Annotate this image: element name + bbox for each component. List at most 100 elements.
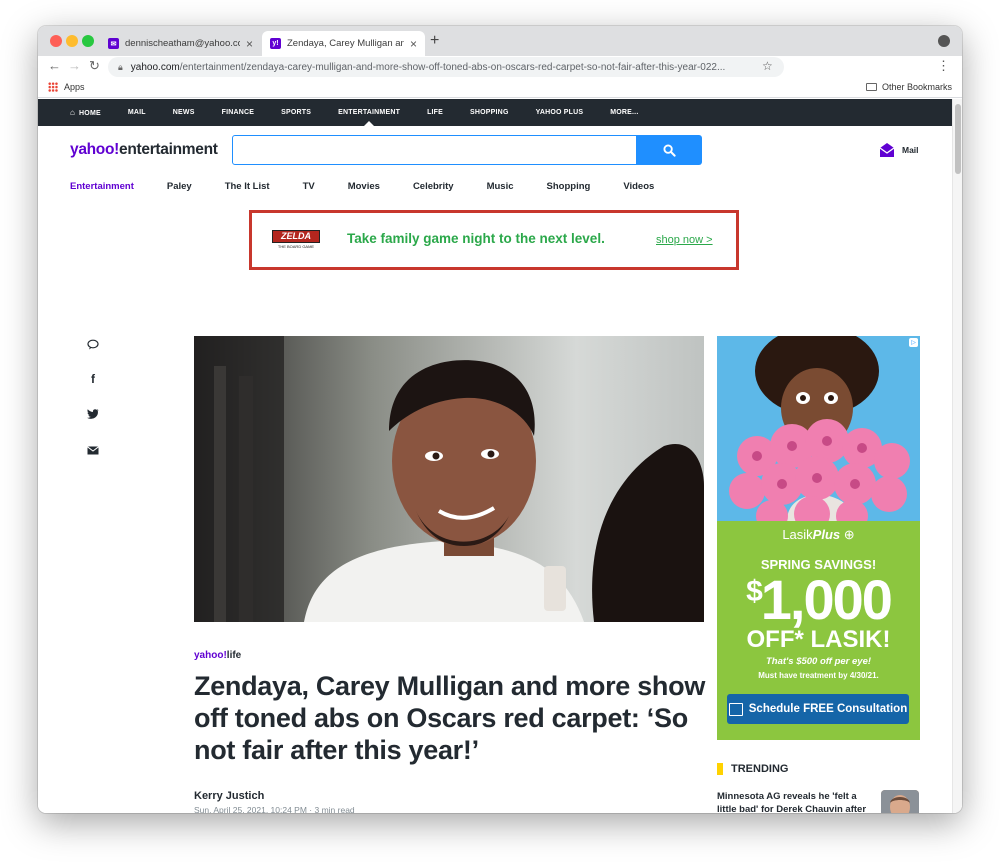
discount-amount: $1,000 [717,567,920,632]
plus-circle-icon: ⊕ [843,527,855,542]
source-yahoo: yahoo [194,650,224,661]
profile-icon[interactable] [938,35,950,47]
browser-menu-icon[interactable]: ⋮ [937,58,950,74]
trending-accent [717,763,723,775]
treatment-deadline: Must have treatment by 4/30/21. [758,671,879,680]
nav-news[interactable]: NEWS [173,109,195,116]
apps-label: Apps [64,82,85,92]
schedule-consultation-button[interactable]: Schedule FREE Consultation [727,694,909,724]
woman-with-flowers-photo [717,336,920,521]
lasik-offer-panel: LasikPlus ⊕ SPRING SAVINGS! $1,000 OFF* … [717,521,920,740]
mail-label[interactable]: Mail [902,145,919,155]
search-icon [662,143,676,157]
mail-icon[interactable] [879,142,895,158]
yahoo-entertainment-logo[interactable]: yahoo!entertainment [70,141,218,159]
subnav-celebrity[interactable]: Celebrity [413,181,454,192]
nav-home[interactable]: ⌂ HOME [70,108,101,117]
dollar-sign: $ [746,575,763,608]
close-window-button[interactable] [50,35,62,47]
per-eye-savings: That's $500 off per eye! [765,656,872,667]
cta-label: Schedule FREE Consultation [748,703,908,715]
nav-life[interactable]: LIFE [427,109,443,116]
email-share-icon[interactable] [86,443,100,457]
tab-article[interactable]: y! Zendaya, Carey Mulligan and m × [262,31,425,56]
nav-shopping[interactable]: SHOPPING [470,109,509,116]
subnav-tv[interactable]: TV [303,181,315,192]
subnav-paley[interactable]: Paley [167,181,192,192]
adchoices-icon[interactable]: ▷ [909,338,918,347]
nav-entertainment[interactable]: ENTERTAINMENT [338,109,400,116]
woman-with-flowers-image: ▷ [717,336,920,521]
apps-bookmark[interactable]: Apps [48,82,85,92]
browser-toolbar: ← → ↻ 🔒︎ yahoo.com/entertainment/zendaya… [38,56,962,78]
address-bar[interactable]: 🔒︎ yahoo.com/entertainment/zendaya-carey… [108,57,784,77]
man-headshot-image [881,790,919,813]
nav-sports[interactable]: SPORTS [281,109,311,116]
tab-title: Zendaya, Carey Mulligan and m [287,38,404,49]
zelda-logo-title: ZELDA [272,230,320,243]
url-domain: yahoo.com [130,61,180,73]
source-section: life [226,650,242,661]
web-page: ⌂ HOME MAIL NEWS FINANCE SPORTS ENTERTAIN… [38,99,962,813]
calendar-icon [728,702,743,716]
shop-now-link[interactable]: shop now > [656,234,713,246]
nav-yahoo-plus[interactable]: YAHOO PLUS [536,109,584,116]
article-hero-image [194,336,704,622]
browser-window: ✉ dennischeatham@yahoo.com × y! Zendaya,… [38,26,962,813]
yahoo-life-source-logo[interactable]: yahoo!life [194,650,241,661]
lasikplus-ad[interactable]: ▷ LasikPlus ⊕ SPRING SAVINGS! $1,000 OFF… [717,336,920,740]
close-tab-icon[interactable]: × [246,37,253,51]
subnav-the-it-list[interactable]: The It List [225,181,270,192]
url-path: /entertainment/zendaya-carey-mulligan-an… [179,61,726,73]
facebook-icon[interactable]: f [86,372,100,386]
ad-text: Take family game night to the next level… [347,231,605,246]
zoom-window-button[interactable] [82,35,94,47]
page-scrollbar[interactable] [952,99,962,813]
subnav-videos[interactable]: Videos [623,181,654,192]
tab-strip: ✉ dennischeatham@yahoo.com × y! Zendaya,… [38,26,962,56]
twitter-icon[interactable] [86,407,100,421]
yahoo-top-nav: ⌂ HOME MAIL NEWS FINANCE SPORTS ENTERTAIN… [38,99,952,126]
subnav-shopping[interactable]: Shopping [547,181,591,192]
lasikplus-logo: LasikPlus ⊕ [717,527,920,543]
bookmarks-bar: Apps Other Bookmarks [38,78,962,98]
author-name[interactable]: Kerry Justich [194,790,264,802]
trending-heading: TRENDING [717,763,788,775]
back-arrow-icon[interactable]: ← [48,58,61,73]
tab-title: dennischeatham@yahoo.com [125,38,240,49]
publish-date: Sun, April 25, 2021, 10:24 PM · 3 min re… [194,805,355,813]
bookmark-star-icon[interactable]: ☆ [762,59,773,73]
search-input[interactable] [232,135,638,165]
forward-arrow-icon[interactable]: → [68,58,81,73]
reload-icon[interactable]: ↻ [89,58,100,74]
article-headline: Zendaya, Carey Mulligan and more show of… [194,671,706,765]
trending-story[interactable]: Minnesota AG reveals he 'felt a little b… [717,790,872,813]
zelda-logo: ZELDA THE BOARD GAME [272,230,320,250]
subnav-movies[interactable]: Movies [348,181,380,192]
logo-yahoo: yahoo [70,141,115,158]
folder-icon [865,83,877,91]
nav-more[interactable]: MORE... [610,109,638,116]
amount-value: 1,000 [760,568,893,631]
yahoo-favicon-icon: y! [270,38,281,49]
scrollbar-thumb[interactable] [955,104,961,174]
subnav-music[interactable]: Music [487,181,514,192]
subnav-entertainment[interactable]: Entertainment [70,181,134,192]
logo-section: entertainment [119,141,218,158]
minimize-window-button[interactable] [66,35,78,47]
lasik-brand-b: Plus [812,527,841,542]
tab-mail[interactable]: ✉ dennischeatham@yahoo.com × [100,31,261,56]
zelda-banner-ad[interactable]: ZELDA THE BOARD GAME Take family game ni… [249,210,739,270]
comment-icon[interactable] [86,337,100,351]
search-button[interactable] [636,135,702,165]
yahoo-mail-favicon-icon: ✉ [108,38,119,49]
nav-mail[interactable]: MAIL [128,109,146,116]
trending-label: TRENDING [731,763,789,775]
close-tab-icon[interactable]: × [410,37,417,51]
other-bookmarks[interactable]: Other Bookmarks [865,82,952,92]
nav-finance[interactable]: FINANCE [222,109,255,116]
new-tab-button[interactable]: + [430,32,439,50]
other-bookmarks-label: Other Bookmarks [881,82,952,92]
man-portrait-image [194,336,704,622]
trending-story-thumbnail[interactable] [881,790,919,813]
